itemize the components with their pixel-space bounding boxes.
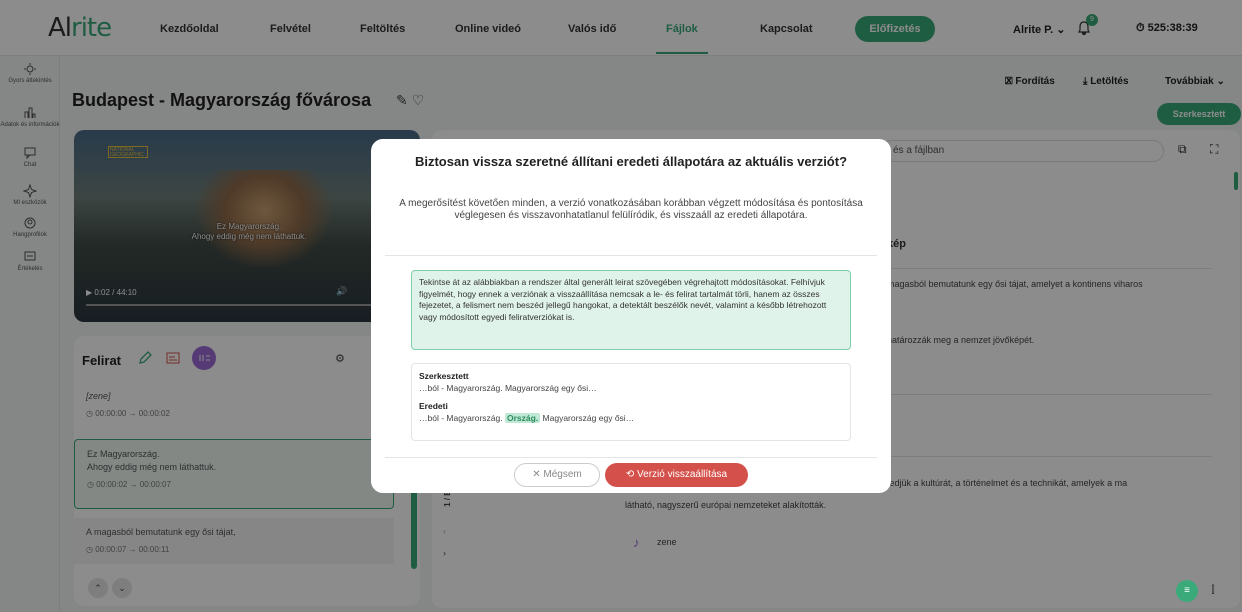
version-comparison: Szerkesztett …ból - Magyarország. Magyar… xyxy=(411,363,851,441)
divider xyxy=(385,457,877,458)
restore-version-dialog: Biztosan vissza szeretné állítani eredet… xyxy=(371,139,891,493)
divider xyxy=(385,255,877,256)
diff-highlight: Ország. xyxy=(504,413,541,423)
list-view-icon[interactable]: ≡ xyxy=(1176,580,1198,602)
split-view-icon[interactable]: ⫿ xyxy=(1202,580,1224,602)
info-box: Tekintse át az alábbiakban a rendszer ál… xyxy=(411,270,851,350)
dialog-title: Biztosan vissza szeretné állítani eredet… xyxy=(414,154,848,169)
dialog-description: A megerősítést követően minden, a verzió… xyxy=(399,198,863,221)
cancel-button[interactable]: ✕ Mégsem xyxy=(514,463,600,487)
restore-version-button[interactable]: ⟲ Verzió visszaállítása xyxy=(605,463,748,487)
